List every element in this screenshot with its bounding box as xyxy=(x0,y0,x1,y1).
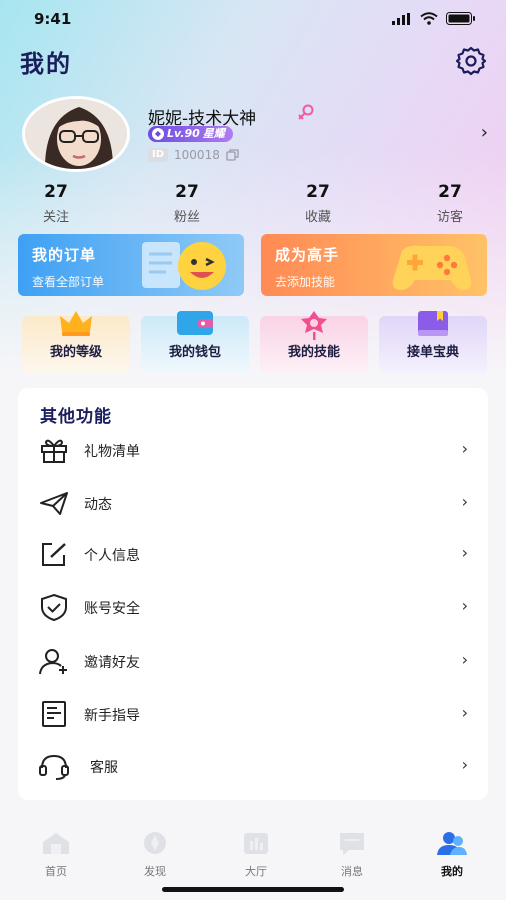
stat-value: 27 xyxy=(44,182,68,202)
skill-flower-icon xyxy=(301,311,327,340)
stat-value: 27 xyxy=(306,182,330,202)
stat-value: 27 xyxy=(175,182,199,202)
stat-fans[interactable]: 27 粉丝 xyxy=(147,182,227,225)
other-functions-panel: 其他功能 礼物清单 › 动态 › 个人信息 › 账号安全 › 邀请好友 › 新手… xyxy=(18,388,488,800)
chevron-right-icon: › xyxy=(461,596,468,615)
chevron-right-icon: › xyxy=(461,650,468,669)
stat-visitors[interactable]: 27 访客 xyxy=(410,182,490,225)
my-skills-label: 我的技能 xyxy=(287,345,340,360)
my-orders-card[interactable]: 我的订单 查看全部订单 xyxy=(18,234,244,296)
edit-icon xyxy=(42,543,66,566)
my-skills-card[interactable]: 我的技能 xyxy=(260,311,368,374)
tab-label: 发现 xyxy=(144,865,166,878)
discover-icon xyxy=(144,832,166,854)
avatar[interactable] xyxy=(22,96,130,172)
profile-page: 9:41 我的 妮妮-技术大神 ◆ Lv.90 星耀 ID 100018 › 2… xyxy=(0,0,506,900)
user-id-row: ID 100018 xyxy=(148,148,240,162)
my-level-card[interactable]: 我的等级 xyxy=(22,311,130,374)
status-time: 9:41 xyxy=(34,10,72,28)
home-indicator xyxy=(162,887,344,892)
my-wallet-label: 我的钱包 xyxy=(168,345,221,360)
diamond-icon: ◆ xyxy=(152,128,164,140)
tab-label: 消息 xyxy=(341,865,363,878)
page-title: 我的 xyxy=(20,50,72,78)
menu-item-personal-info[interactable]: 个人信息 › xyxy=(18,534,488,574)
menu-item-invite-friends[interactable]: 邀请好友 › xyxy=(18,641,488,681)
female-icon xyxy=(296,104,316,124)
copy-icon[interactable] xyxy=(226,149,240,161)
book-icon xyxy=(418,311,448,336)
menu-item-label: 新手指导 xyxy=(84,708,140,724)
stat-label: 收藏 xyxy=(304,210,331,225)
order-guide-card[interactable]: 接单宝典 xyxy=(379,311,487,374)
level-badge: ◆ Lv.90 星耀 xyxy=(148,126,233,142)
other-functions-title: 其他功能 xyxy=(40,407,112,427)
stat-value: 27 xyxy=(438,182,462,202)
paper-plane-icon xyxy=(40,492,68,515)
crown-icon xyxy=(60,311,92,336)
status-bar: 9:41 xyxy=(0,0,506,40)
my-wallet-card[interactable]: 我的钱包 xyxy=(141,311,249,374)
chevron-right-icon: › xyxy=(461,703,468,722)
tab-label: 大厅 xyxy=(245,865,267,878)
tab-label: 我的 xyxy=(441,865,463,878)
order-guide-label: 接单宝典 xyxy=(406,345,459,360)
chevron-right-icon: › xyxy=(461,755,468,774)
menu-item-account-security[interactable]: 账号安全 › xyxy=(18,587,488,627)
menu-item-label: 邀请好友 xyxy=(84,655,140,671)
tab-label: 首页 xyxy=(45,865,67,878)
menu-item-label: 个人信息 xyxy=(84,548,140,564)
menu-item-label: 账号安全 xyxy=(84,601,140,617)
message-icon xyxy=(340,833,364,855)
menu-item-gift-list[interactable]: 礼物清单 › xyxy=(18,430,488,470)
order-emoji-icon xyxy=(142,242,226,290)
stat-favorites[interactable]: 27 收藏 xyxy=(278,182,358,225)
gamepad-icon xyxy=(392,245,472,290)
tab-mine[interactable]: 我的 xyxy=(422,830,482,879)
id-tag: ID xyxy=(148,148,169,162)
avatar-portrait xyxy=(25,99,127,169)
tab-lobby[interactable]: 大厅 xyxy=(226,830,286,879)
stat-label: 关注 xyxy=(42,210,69,225)
status-icons xyxy=(392,12,476,25)
settings-button[interactable] xyxy=(454,44,488,78)
user-icon xyxy=(437,832,467,855)
gear-icon xyxy=(455,46,487,76)
chevron-right-icon[interactable]: › xyxy=(481,122,488,143)
chevron-right-icon: › xyxy=(461,492,468,511)
home-icon xyxy=(43,833,69,854)
my-level-label: 我的等级 xyxy=(49,345,102,360)
tab-discover[interactable]: 发现 xyxy=(125,830,185,879)
guide-document-icon xyxy=(42,701,66,727)
chevron-right-icon: › xyxy=(461,439,468,458)
cellular-signal-icon xyxy=(392,12,410,25)
lobby-icon xyxy=(244,833,268,854)
stat-following[interactable]: 27 关注 xyxy=(16,182,96,225)
level-tag: 星耀 xyxy=(202,127,225,140)
become-expert-card[interactable]: 成为高手 去添加技能 xyxy=(261,234,487,296)
chevron-right-icon: › xyxy=(461,543,468,562)
menu-item-label: 礼物清单 xyxy=(84,444,140,460)
menu-item-label: 客服 xyxy=(90,760,118,776)
gift-icon xyxy=(41,439,67,463)
battery-icon xyxy=(446,12,475,25)
tab-messages[interactable]: 消息 xyxy=(322,830,382,879)
tab-home[interactable]: 首页 xyxy=(26,830,86,879)
headset-icon xyxy=(39,754,69,780)
stat-label: 粉丝 xyxy=(173,210,200,225)
menu-item-moments[interactable]: 动态 › xyxy=(18,483,488,523)
wifi-icon xyxy=(420,12,438,25)
add-user-icon xyxy=(39,649,67,675)
stat-label: 访客 xyxy=(436,210,463,225)
shield-icon xyxy=(41,593,67,621)
menu-item-beginner-guide[interactable]: 新手指导 › xyxy=(18,694,488,734)
user-id: 100018 xyxy=(174,148,220,162)
menu-item-label: 动态 xyxy=(84,497,112,513)
level-text: Lv.90 xyxy=(167,127,200,140)
menu-item-customer-service[interactable]: 客服 › xyxy=(18,746,488,786)
wallet-icon xyxy=(177,311,213,335)
stats-row: 27 关注 27 粉丝 27 收藏 27 访客 xyxy=(0,182,506,228)
